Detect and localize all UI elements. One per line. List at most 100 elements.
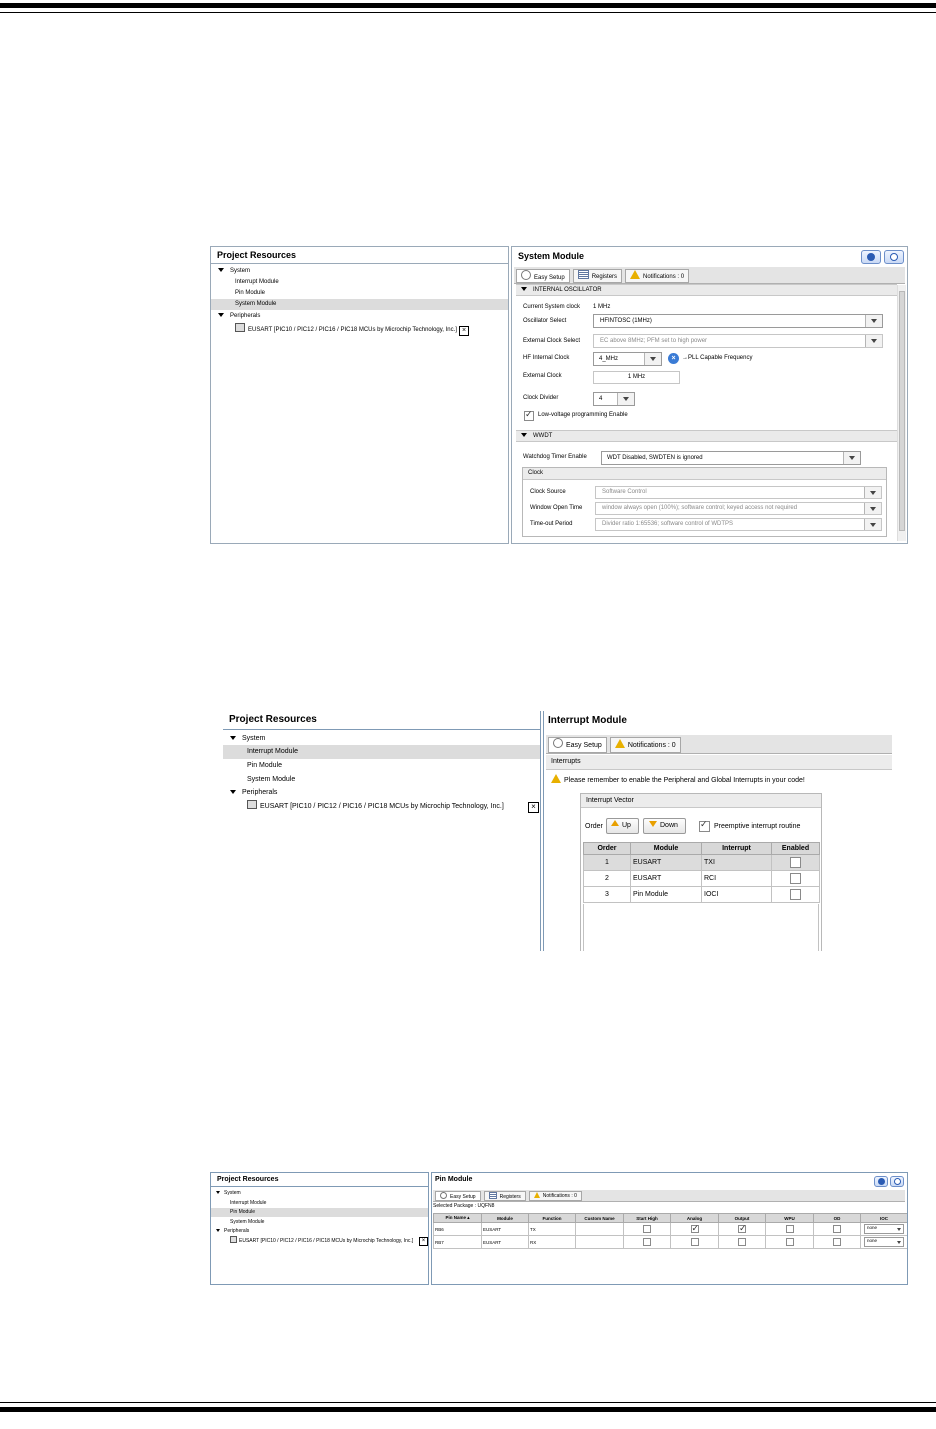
- tree-eusart[interactable]: EUSART [PIC10 / PIC12 / PIC16 / PIC18 MC…: [223, 800, 540, 813]
- collapse-arrow-icon[interactable]: [521, 287, 527, 292]
- col-od[interactable]: OD: [813, 1213, 861, 1223]
- external-clock-select-combo[interactable]: EC above 8MHz; PFM set to high power: [593, 334, 883, 348]
- expand-arrow-icon[interactable]: [230, 736, 236, 741]
- up-button[interactable]: Up: [606, 818, 639, 834]
- chevron-down-icon[interactable]: [617, 393, 634, 405]
- col-output[interactable]: Output: [718, 1213, 766, 1223]
- chevron-down-icon[interactable]: [644, 353, 661, 365]
- tree-system[interactable]: System: [211, 266, 508, 277]
- tab-notifications[interactable]: Notifications : 0: [609, 737, 681, 753]
- od-checkbox[interactable]: [833, 1238, 841, 1246]
- wwdt-header[interactable]: WWDT: [516, 430, 897, 442]
- ioc-combo[interactable]: none: [864, 1224, 904, 1234]
- expand-arrow-icon[interactable]: [218, 268, 224, 273]
- col-custom-name[interactable]: Custom Name: [575, 1213, 624, 1223]
- expand-arrow-icon[interactable]: [216, 1229, 220, 1233]
- tree-system-module[interactable]: System Module: [211, 299, 508, 310]
- remove-icon[interactable]: ×: [419, 1237, 428, 1246]
- timeout-combo[interactable]: Divider ratio 1:65536; software control …: [595, 518, 882, 531]
- tree-peripherals[interactable]: Peripherals: [211, 311, 508, 322]
- chevron-down-icon[interactable]: [843, 452, 860, 464]
- remove-icon[interactable]: ×: [528, 802, 539, 813]
- chevron-down-icon[interactable]: [864, 519, 881, 530]
- tree-eusart[interactable]: EUSART [PIC10 / PIC12 / PIC16 / PIC18 MC…: [211, 323, 508, 336]
- table-row[interactable]: 3 Pin Module IOCI: [583, 886, 820, 903]
- start-high-checkbox[interactable]: [643, 1225, 651, 1233]
- tab-easy-setup[interactable]: Easy Setup: [435, 1191, 481, 1201]
- hf-internal-clock-combo[interactable]: 4_MHz: [593, 352, 662, 366]
- tree-eusart[interactable]: EUSART [PIC10 / PIC12 / PIC16 / PIC18 MC…: [211, 1236, 428, 1246]
- tree-peripherals[interactable]: Peripherals: [211, 1227, 428, 1236]
- col-analog[interactable]: Analog: [670, 1213, 719, 1223]
- wpu-checkbox[interactable]: [785, 1225, 794, 1233]
- window-open-combo[interactable]: window always open (100%); software cont…: [595, 502, 882, 515]
- help-button[interactable]: [874, 1176, 888, 1187]
- tree-pin-module[interactable]: Pin Module: [211, 288, 508, 299]
- col-module[interactable]: Module: [481, 1213, 529, 1223]
- col-interrupt[interactable]: Interrupt: [701, 842, 772, 855]
- collapse-arrow-icon[interactable]: [521, 433, 527, 438]
- remove-icon[interactable]: ×: [458, 326, 469, 336]
- tab-registers[interactable]: Registers: [572, 269, 623, 283]
- expand-arrow-icon[interactable]: [218, 313, 224, 318]
- wpu-checkbox[interactable]: [785, 1238, 794, 1246]
- tree-peripherals[interactable]: Peripherals: [223, 786, 540, 799]
- chevron-down-icon[interactable]: [864, 503, 881, 514]
- analog-checkbox[interactable]: [690, 1224, 699, 1234]
- chevron-down-icon[interactable]: [865, 335, 882, 347]
- wdt-enable-combo[interactable]: WDT Disabled, SWDTEN is ignored: [601, 451, 861, 465]
- down-button[interactable]: Down: [643, 818, 686, 834]
- tree-interrupt-module[interactable]: Interrupt Module: [211, 277, 508, 288]
- custom-name-cell[interactable]: [575, 1235, 624, 1249]
- start-high-checkbox[interactable]: [643, 1238, 651, 1246]
- oscillator-select-combo[interactable]: HFINTOSC (1MHz): [593, 314, 883, 328]
- enabled-checkbox[interactable]: [790, 873, 801, 884]
- tree-interrupt-module[interactable]: Interrupt Module: [211, 1198, 428, 1208]
- table-row[interactable]: 1 EUSART TXI: [583, 854, 820, 871]
- scrollbar-thumb[interactable]: [899, 291, 905, 531]
- custom-name-cell[interactable]: [575, 1222, 624, 1236]
- col-function[interactable]: Function: [528, 1213, 576, 1223]
- internal-oscillator-header[interactable]: INTERNAL OSCILLATOR: [516, 284, 897, 296]
- clock-source-combo[interactable]: Software Control: [595, 486, 882, 499]
- col-order[interactable]: Order: [583, 842, 631, 855]
- tree-system-module[interactable]: System Module: [211, 1217, 428, 1227]
- system-module-scrollbar[interactable]: [897, 285, 906, 541]
- col-wpu[interactable]: WPU: [765, 1213, 814, 1223]
- tab-notifications[interactable]: Notifications : 0: [625, 269, 690, 283]
- ioc-combo[interactable]: none: [864, 1237, 904, 1247]
- settings-button[interactable]: [890, 1176, 904, 1187]
- tab-easy-setup[interactable]: Easy Setup: [516, 269, 570, 283]
- col-start-high[interactable]: Start High: [623, 1213, 671, 1223]
- tab-registers[interactable]: Registers: [483, 1191, 526, 1201]
- settings-button[interactable]: [884, 250, 904, 264]
- tree-system[interactable]: System: [211, 1189, 428, 1198]
- preemptive-checkbox[interactable]: [699, 819, 710, 832]
- output-checkbox[interactable]: [738, 1224, 747, 1234]
- table-row[interactable]: RB6 EUSART TX none: [433, 1222, 907, 1236]
- lvp-checkbox[interactable]: [524, 409, 534, 421]
- col-ioc[interactable]: IOC: [860, 1213, 907, 1223]
- expand-arrow-icon[interactable]: [230, 790, 236, 795]
- clock-divider-combo[interactable]: 4: [593, 392, 635, 406]
- help-button[interactable]: [861, 250, 881, 264]
- enabled-checkbox[interactable]: [790, 889, 801, 900]
- col-pin-name[interactable]: Pin Name ▴: [433, 1213, 482, 1223]
- chevron-down-icon[interactable]: [864, 487, 881, 498]
- tree-interrupt-module[interactable]: Interrupt Module: [223, 745, 540, 759]
- table-row[interactable]: 2 EUSART RCI: [583, 870, 820, 887]
- col-enabled[interactable]: Enabled: [771, 842, 820, 855]
- expand-arrow-icon[interactable]: [216, 1191, 220, 1195]
- col-module[interactable]: Module: [630, 842, 702, 855]
- external-clock-field[interactable]: 1 MHz: [593, 371, 680, 384]
- analog-checkbox[interactable]: [690, 1238, 699, 1246]
- chevron-down-icon[interactable]: [865, 315, 882, 327]
- tree-pin-module[interactable]: Pin Module: [211, 1208, 428, 1217]
- enabled-checkbox[interactable]: [790, 857, 801, 868]
- output-checkbox[interactable]: [738, 1238, 746, 1246]
- tree-system-module[interactable]: System Module: [223, 773, 540, 787]
- od-checkbox[interactable]: [833, 1225, 841, 1233]
- table-row[interactable]: RB7 EUSART RX none: [433, 1235, 907, 1249]
- tree-pin-module[interactable]: Pin Module: [223, 759, 540, 773]
- tab-notifications[interactable]: Notifications : 0: [528, 1191, 582, 1201]
